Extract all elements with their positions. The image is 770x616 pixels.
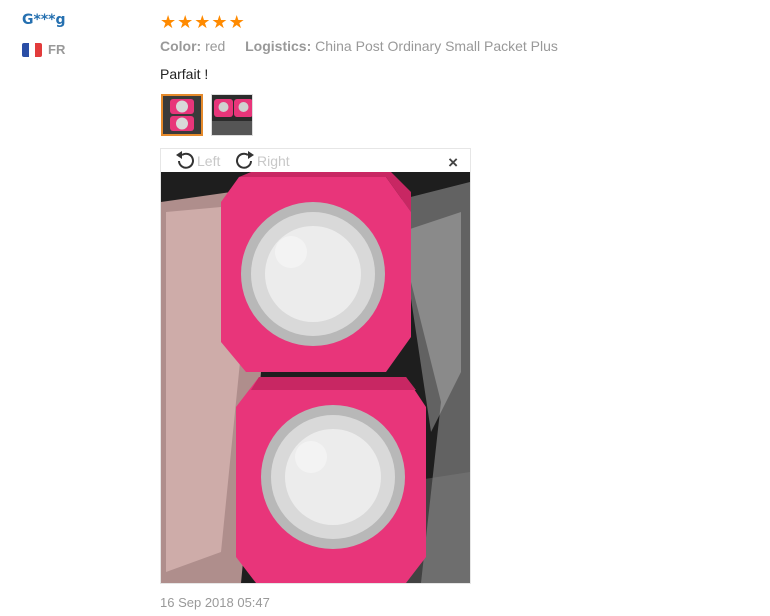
review-text: Parfait !	[160, 66, 209, 82]
rotate-right-icon	[236, 151, 254, 169]
reviewer-country: FR	[22, 42, 65, 57]
star-icon: ★	[160, 12, 177, 32]
reviewer-name: G***g	[22, 12, 66, 28]
rotate-left-button[interactable]: Left	[173, 151, 220, 171]
color-value: red	[205, 38, 226, 54]
review-image-thumbnail-2[interactable]	[211, 94, 253, 136]
pet-bowl-photo	[161, 172, 470, 583]
review-date: 16 Sep 2018 05:47	[160, 595, 270, 610]
order-info: Color: red Logistics: China Post Ordinar…	[160, 38, 558, 54]
logistics-value: China Post Ordinary Small Packet Plus	[315, 38, 558, 54]
rotate-right-label: Right	[257, 153, 290, 169]
country-code: FR	[48, 42, 66, 57]
viewer-toolbar: Left Right ×	[161, 149, 470, 173]
rotate-right-button[interactable]: Right	[233, 151, 290, 171]
image-viewer: Left Right ×	[160, 148, 471, 584]
thumbnail-image	[212, 95, 252, 135]
review-image-thumbnail-1[interactable]	[161, 94, 203, 136]
star-icon: ★	[228, 12, 245, 32]
logistics-label: Logistics:	[245, 38, 312, 54]
rotate-left-label: Left	[197, 153, 221, 169]
flag-fr-icon	[22, 42, 42, 57]
rotate-left-icon	[176, 151, 194, 169]
star-icon: ★	[211, 12, 228, 32]
star-icon: ★	[194, 12, 211, 32]
review-photo	[161, 172, 470, 583]
star-icon: ★	[177, 12, 194, 32]
star-rating: ★ ★ ★ ★ ★	[160, 12, 245, 32]
color-label: Color:	[160, 38, 202, 54]
close-icon[interactable]: ×	[448, 153, 458, 173]
thumbnail-image	[163, 96, 201, 134]
